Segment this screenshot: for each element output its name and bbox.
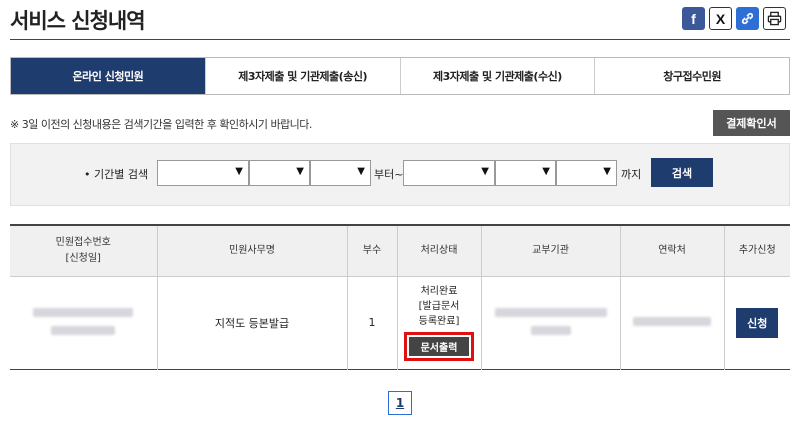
redacted-application-date: [51, 326, 116, 335]
document-print-button[interactable]: 문서출력: [408, 337, 470, 356]
start-year-select[interactable]: [157, 160, 249, 186]
x-icon[interactable]: X: [709, 7, 732, 30]
payment-confirmation-button[interactable]: 결제확인서: [713, 110, 790, 136]
status-text: 처리완료 [발급문서 등록완료]: [398, 284, 481, 329]
contact-cell: [619, 276, 724, 369]
tab-online-applications[interactable]: 온라인 신청민원: [11, 58, 205, 94]
receipt-number-cell: [10, 276, 157, 369]
status-line: 처리완료: [420, 286, 458, 297]
status-cell: 처리완료 [발급문서 등록완료] 문서출력: [396, 276, 481, 369]
to-separator: 까지: [621, 168, 642, 181]
redacted-agency: [494, 308, 607, 317]
end-month-select[interactable]: [495, 160, 556, 186]
additional-apply-cell: 신청: [723, 276, 790, 369]
tab-counter-applications[interactable]: 창구접수민원: [594, 58, 789, 94]
tab-third-party-sent[interactable]: 제3자제출 및 기관제출(송신): [204, 58, 400, 94]
col-receipt-number: 민원접수번호 [신청일]: [10, 225, 157, 277]
col-service-name: 민원사무명: [156, 225, 347, 277]
status-line: 등록완료]: [418, 316, 460, 327]
redacted-receipt-number: [33, 308, 134, 317]
document-print-highlight: 문서출력: [403, 332, 475, 361]
start-month-select[interactable]: [249, 160, 310, 186]
table-row: 지적도 등본발급 1 처리완료 [발급문서 등록완료] 문서출력 신청: [10, 276, 790, 369]
apply-button[interactable]: 신청: [736, 307, 779, 338]
from-separator: 부터~: [374, 168, 404, 181]
share-toolbar: f X: [682, 7, 786, 30]
table-header-row: 민원접수번호 [신청일] 민원사무명 부수 처리상태 교부기관 연락처 추가신청: [10, 225, 790, 277]
search-period-label: • 기간별 검색: [84, 168, 149, 181]
end-day-select[interactable]: [556, 160, 617, 186]
col-count: 부수: [346, 225, 397, 277]
col-receipt-number-label: 민원접수번호 [신청일]: [55, 236, 111, 264]
col-additional-apply: 추가신청: [723, 225, 790, 277]
redacted-contact: [633, 317, 711, 326]
search-button[interactable]: 검색: [651, 158, 713, 187]
tab-bar: 온라인 신청민원 제3자제출 및 기관제출(송신) 제3자제출 및 기관제출(수…: [10, 57, 790, 95]
issuing-agency-cell: [480, 276, 620, 369]
col-status: 처리상태: [396, 225, 481, 277]
print-icon[interactable]: [763, 7, 786, 30]
service-name-cell: 지적도 등본발급: [156, 276, 347, 369]
link-icon[interactable]: [736, 7, 759, 30]
applications-table: 민원접수번호 [신청일] 민원사무명 부수 처리상태 교부기관 연락처 추가신청…: [10, 224, 790, 370]
col-contact: 연락처: [619, 225, 724, 277]
redacted-agency-sub: [530, 326, 571, 335]
search-panel: • 기간별 검색 부터~ 까지 검색: [10, 143, 790, 206]
page-header: 서비스 신청내역 f X: [10, 0, 790, 40]
start-day-select[interactable]: [310, 160, 371, 186]
pagination-page-1[interactable]: 1: [388, 391, 412, 415]
notice-text: ※ 3일 이전의 신청내용은 검색기간을 입력한 후 확인하시기 바랍니다.: [10, 118, 312, 131]
tab-third-party-received[interactable]: 제3자제출 및 기관제출(수신): [399, 58, 595, 94]
count-cell: 1: [346, 276, 397, 369]
col-issuing-agency: 교부기관: [480, 225, 620, 277]
page-title: 서비스 신청내역: [10, 9, 146, 33]
end-year-select[interactable]: [403, 160, 495, 186]
status-line: [발급문서: [418, 301, 460, 312]
facebook-icon[interactable]: f: [682, 7, 705, 30]
